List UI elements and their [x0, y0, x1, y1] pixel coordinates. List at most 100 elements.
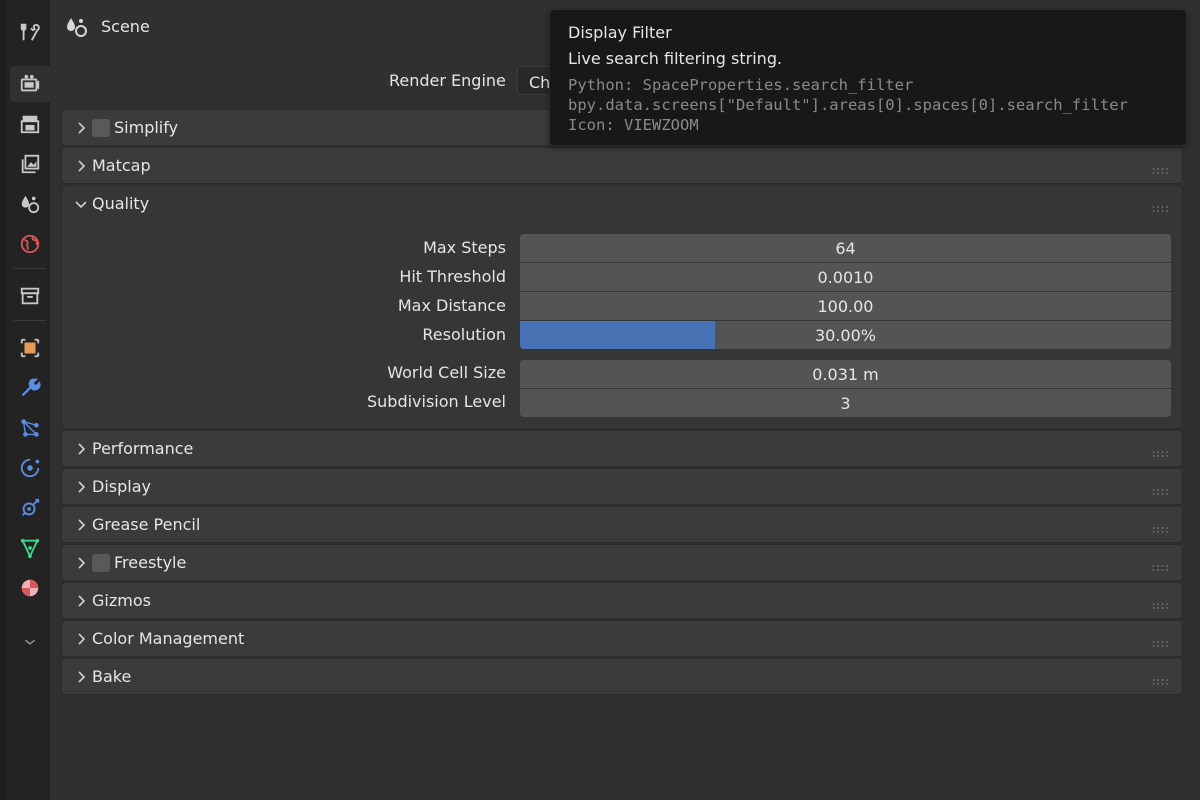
chevron-right-icon	[78, 595, 86, 607]
resolution-slider[interactable]: 30.00%	[520, 321, 1171, 349]
tab-object[interactable]	[10, 330, 50, 366]
chevron-right-icon	[78, 557, 86, 569]
tab-separator	[14, 320, 46, 321]
panel-title: Grease Pencil	[92, 515, 201, 534]
chevron-right-icon	[78, 671, 86, 683]
panel-matcap[interactable]: Matcap	[61, 147, 1183, 184]
tooltip: Display Filter Live search filtering str…	[549, 9, 1187, 146]
max-steps-label: Max Steps	[423, 238, 506, 257]
panel-quality: Quality Max Steps 64 Hit Threshold 0.001…	[61, 185, 1183, 429]
tab-material[interactable]	[10, 570, 50, 606]
tab-render[interactable]	[10, 66, 50, 102]
chevron-right-icon	[78, 160, 86, 172]
chevron-right-icon	[78, 519, 86, 531]
constraints-icon	[22, 498, 40, 516]
hit-threshold-field[interactable]: 0.0010	[520, 263, 1171, 291]
max-distance-label: Max Distance	[397, 296, 506, 315]
collection-icon	[20, 287, 40, 305]
tab-physics[interactable]	[10, 450, 50, 486]
subdivision-level-value: 3	[840, 393, 851, 413]
tab-data[interactable]	[10, 530, 50, 566]
scene-icon	[21, 195, 40, 214]
panel-title: Color Management	[92, 629, 245, 648]
resolution-fill	[520, 321, 716, 349]
resolution-value: 30.00%	[814, 325, 876, 345]
max-distance-field[interactable]: 100.00	[520, 292, 1171, 320]
tab-collection[interactable]	[10, 278, 50, 314]
drag-handle-icon[interactable]	[1152, 634, 1170, 647]
subdivision-level-field[interactable]: 3	[520, 389, 1171, 417]
modifier-icon	[21, 378, 41, 397]
drag-handle-icon[interactable]	[1152, 161, 1170, 174]
hit-threshold-label: Hit Threshold	[399, 267, 506, 286]
max-steps-field[interactable]: 64	[520, 234, 1171, 262]
world-cell-size-label: World Cell Size	[387, 363, 506, 382]
tooltip-data-path: bpy.data.screens["Default"].areas[0].spa…	[568, 96, 1128, 114]
data-icon	[20, 538, 40, 559]
physics-icon	[20, 458, 40, 478]
resolution-label: Resolution	[422, 325, 506, 344]
tab-more[interactable]	[10, 624, 50, 660]
particles-icon	[21, 419, 39, 437]
object-icon	[20, 338, 40, 358]
panel-freestyle[interactable]: Freestyle	[61, 544, 1183, 581]
chevron-right-icon	[78, 443, 86, 455]
panel-title: Quality	[92, 194, 150, 213]
chevron-down-icon	[75, 201, 87, 209]
render-engine-value: Ch	[529, 73, 551, 92]
material-icon	[21, 579, 39, 597]
output-icon	[20, 115, 40, 134]
panel-quality-header[interactable]: Quality	[62, 186, 1182, 222]
chevron-down-icon	[24, 639, 36, 645]
panel-title: Freestyle	[114, 553, 187, 572]
panel-gizmos[interactable]: Gizmos	[61, 582, 1183, 619]
drag-handle-icon[interactable]	[1152, 558, 1170, 571]
freestyle-checkbox[interactable]	[92, 554, 110, 572]
max-steps-value: 64	[835, 238, 856, 258]
panel-color-management[interactable]: Color Management	[61, 620, 1183, 657]
panel-title: Matcap	[92, 156, 151, 175]
tab-view-layer[interactable]	[10, 146, 50, 182]
drag-handle-icon[interactable]	[1152, 482, 1170, 495]
panel-performance[interactable]: Performance	[61, 430, 1183, 467]
tooltip-python: Python: SpaceProperties.search_filter	[568, 76, 914, 94]
context-title: Scene	[101, 17, 150, 36]
panel-display[interactable]: Display	[61, 468, 1183, 505]
tab-constraints[interactable]	[10, 490, 50, 526]
render-engine-label: Render Engine	[389, 71, 506, 90]
drag-handle-icon[interactable]	[1152, 199, 1170, 212]
scene-icon	[67, 18, 87, 37]
tab-particles[interactable]	[10, 410, 50, 446]
drag-handle-icon[interactable]	[1152, 520, 1170, 533]
panel-title: Gizmos	[92, 591, 151, 610]
world-cell-size-field[interactable]: 0.031 m	[520, 360, 1171, 388]
panel-title: Bake	[92, 667, 132, 686]
drag-handle-icon[interactable]	[1152, 444, 1170, 457]
world-cell-size-value: 0.031 m	[812, 364, 879, 384]
tooltip-description: Live search filtering string.	[568, 49, 783, 68]
tooltip-icon: Icon: VIEWZOOM	[568, 116, 699, 134]
drag-handle-icon[interactable]	[1152, 672, 1170, 685]
properties-tab-bar	[0, 0, 50, 800]
tab-output[interactable]	[10, 106, 50, 142]
drag-handle-icon[interactable]	[1152, 596, 1170, 609]
tab-world[interactable]	[10, 226, 50, 262]
tab-separator	[14, 268, 46, 269]
tool-icon	[20, 23, 40, 41]
simplify-checkbox[interactable]	[92, 119, 110, 137]
max-distance-value: 100.00	[817, 296, 874, 316]
view-layer-icon	[21, 154, 40, 174]
panel-grease-pencil[interactable]: Grease Pencil	[61, 506, 1183, 543]
tab-tool[interactable]	[10, 14, 50, 50]
panel-title: Performance	[92, 439, 194, 458]
panel-bake[interactable]: Bake	[61, 658, 1183, 695]
tab-scene[interactable]	[10, 186, 50, 222]
chevron-right-icon	[78, 122, 86, 134]
tooltip-title: Display Filter	[568, 23, 672, 42]
panel-title: Simplify	[114, 118, 179, 137]
subdivision-level-label: Subdivision Level	[367, 392, 506, 411]
tab-modifiers[interactable]	[10, 370, 50, 406]
hit-threshold-value: 0.0010	[817, 267, 874, 287]
chevron-right-icon	[78, 633, 86, 645]
world-icon	[20, 234, 40, 254]
